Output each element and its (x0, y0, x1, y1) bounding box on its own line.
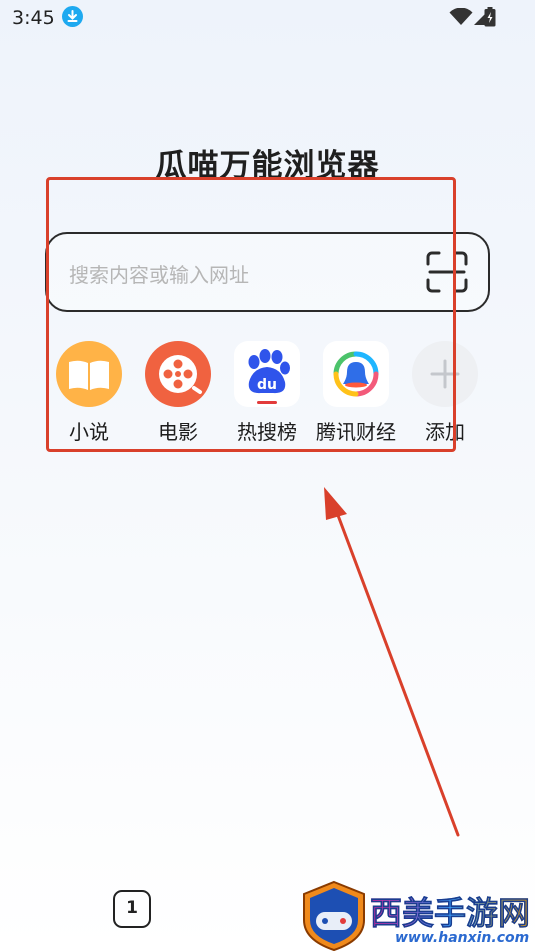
wifi-icon (449, 8, 473, 25)
annotation-highlight-box (46, 177, 456, 452)
download-icon (62, 6, 83, 27)
tabs-count-button[interactable]: 1 (113, 890, 151, 928)
watermark-text: 西美手游网 (370, 888, 531, 934)
status-bar: 3:45 (0, 0, 535, 38)
watermark-logo-icon (303, 880, 365, 951)
battery-charging-icon (484, 7, 496, 27)
watermark: 西美手游网 www.hanxin.com (300, 880, 535, 951)
watermark-url: www.hanxin.com (395, 930, 530, 946)
status-time: 3:45 (12, 7, 55, 29)
